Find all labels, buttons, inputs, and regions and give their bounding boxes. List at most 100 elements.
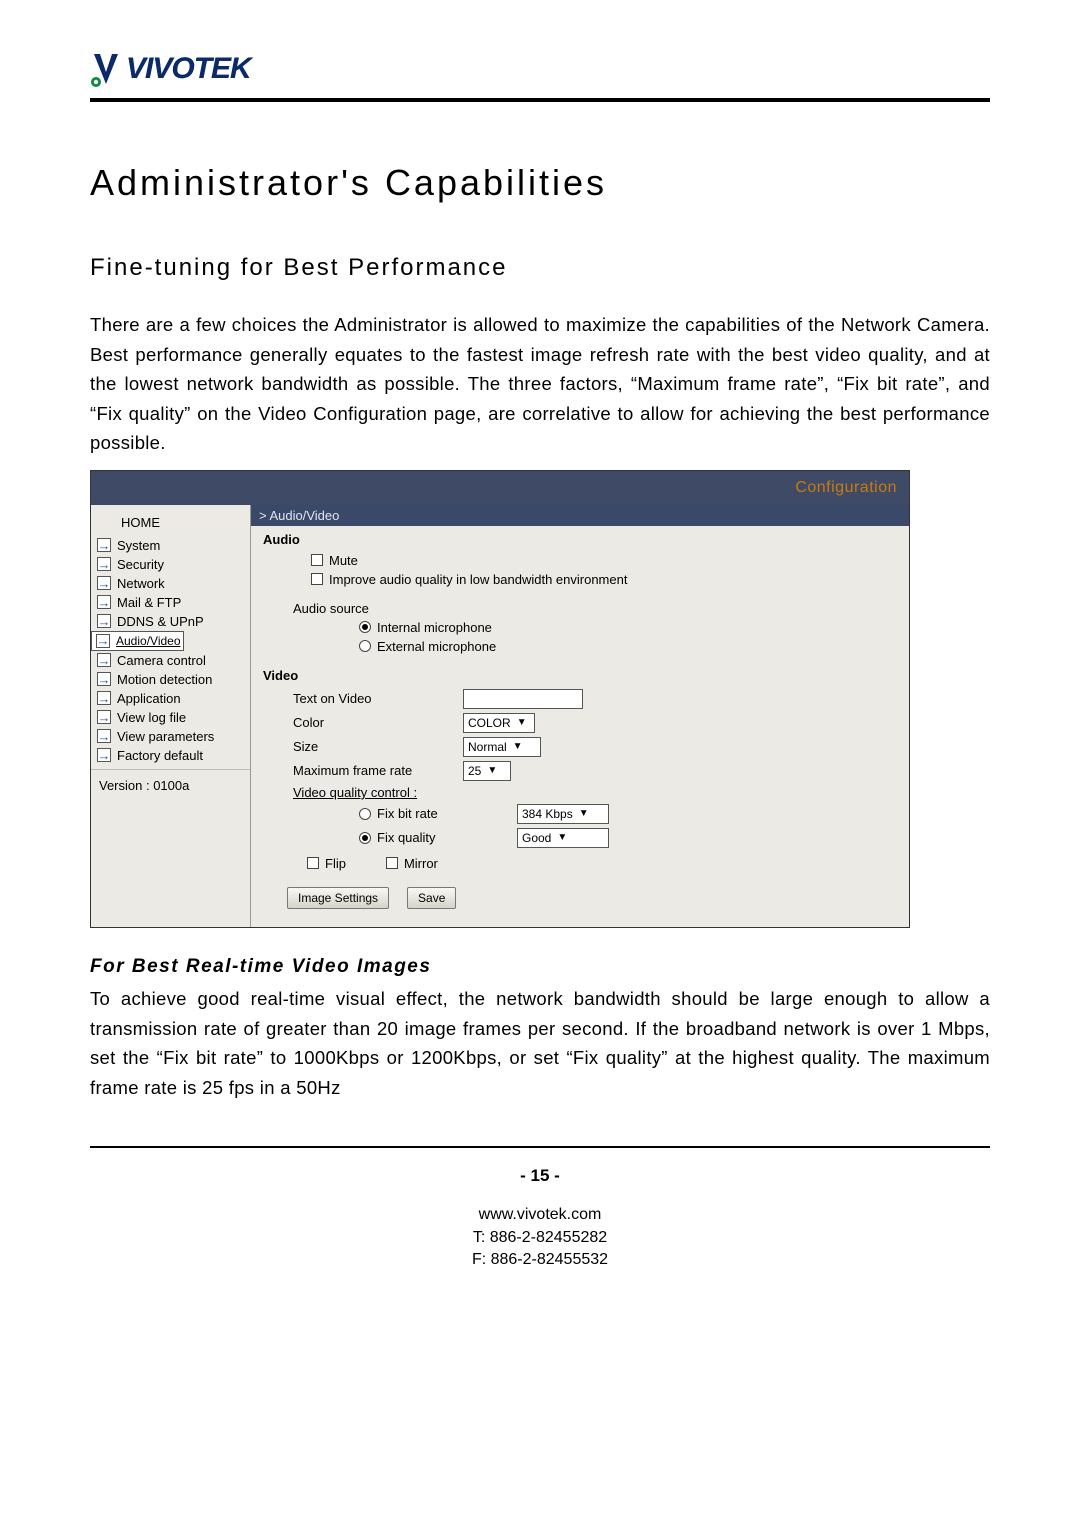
external-mic-label: External microphone <box>377 639 496 654</box>
color-label: Color <box>293 715 463 730</box>
audio-source-label: Audio source <box>293 601 369 616</box>
sidebar-item-mail-ftp[interactable]: → Mail & FTP <box>91 593 250 612</box>
logo-text: VIVOTEK <box>126 52 251 86</box>
improve-audio-label: Improve audio quality in low bandwidth e… <box>329 572 627 587</box>
sidebar-item-motion-detection[interactable]: → Motion detection <box>91 670 250 689</box>
expand-icon[interactable]: → <box>97 576 111 590</box>
sidebar-item-camera-control[interactable]: → Camera control <box>91 651 250 670</box>
chevron-down-icon: ▼ <box>487 765 497 776</box>
expand-icon[interactable]: → <box>97 614 111 628</box>
sidebar-item-system[interactable]: → System <box>91 536 250 555</box>
subsection-heading: For Best Real-time Video Images <box>90 956 990 978</box>
version-label: Version : 0100a <box>91 769 250 805</box>
size-label: Size <box>293 739 463 754</box>
expand-icon[interactable]: → <box>97 729 111 743</box>
color-value: COLOR <box>468 716 511 730</box>
fix-bit-rate-value: 384 Kbps <box>522 807 573 821</box>
expand-icon[interactable]: → <box>97 691 111 705</box>
mute-label: Mute <box>329 553 358 568</box>
chevron-down-icon: ▼ <box>557 832 567 843</box>
max-frame-rate-label: Maximum frame rate <box>293 763 463 778</box>
size-select[interactable]: Normal ▼ <box>463 737 541 757</box>
chevron-down-icon: ▼ <box>513 741 523 752</box>
expand-icon[interactable]: → <box>96 634 110 648</box>
breadcrumb-text: > Audio/Video <box>259 508 339 523</box>
sidebar-item-security[interactable]: → Security <box>91 555 250 574</box>
sidebar-item-label: Mail & FTP <box>117 595 181 610</box>
expand-icon[interactable]: → <box>97 538 111 552</box>
sidebar-item-ddns-upnp[interactable]: → DDNS & UPnP <box>91 612 250 631</box>
save-button[interactable]: Save <box>407 887 456 909</box>
size-value: Normal <box>468 740 507 754</box>
text-on-video-input[interactable] <box>463 689 583 709</box>
fix-quality-radio[interactable] <box>359 832 371 844</box>
audio-section-title: Audio <box>263 530 897 551</box>
sidebar-item-label: Factory default <box>117 748 203 763</box>
expand-icon[interactable]: → <box>97 653 111 667</box>
sidebar-item-label: Network <box>117 576 165 591</box>
page-number: - 15 - <box>90 1166 990 1186</box>
sidebar-item-label: Audio/Video <box>116 634 181 648</box>
sidebar-item-label: View parameters <box>117 729 214 744</box>
fix-quality-value: Good <box>522 831 551 845</box>
config-screenshot: Configuration HOME → System → Security →… <box>90 470 910 928</box>
section-heading: Fine-tuning for Best Performance <box>90 254 990 282</box>
fix-bit-rate-label: Fix bit rate <box>377 806 438 821</box>
image-settings-button[interactable]: Image Settings <box>287 887 389 909</box>
expand-icon[interactable]: → <box>97 748 111 762</box>
footer-tel: T: 886-2-82455282 <box>90 1227 990 1249</box>
sidebar-item-label: Camera control <box>117 653 206 668</box>
fix-bit-rate-select[interactable]: 384 Kbps ▼ <box>517 804 609 824</box>
sidebar-item-application[interactable]: → Application <box>91 689 250 708</box>
video-section-title: Video <box>263 666 897 687</box>
mirror-label: Mirror <box>404 856 438 871</box>
footer-fax: F: 886-2-82455532 <box>90 1249 990 1271</box>
chevron-down-icon: ▼ <box>579 808 589 819</box>
expand-icon[interactable]: → <box>97 595 111 609</box>
breadcrumb: > Audio/Video <box>251 505 909 526</box>
fix-quality-select[interactable]: Good ▼ <box>517 828 609 848</box>
internal-mic-label: Internal microphone <box>377 620 492 635</box>
flip-checkbox[interactable] <box>307 857 319 869</box>
expand-icon[interactable]: → <box>97 710 111 724</box>
content-pane: > Audio/Video Audio Mute Improve audio q… <box>251 505 909 927</box>
sidebar-item-view-log[interactable]: → View log file <box>91 708 250 727</box>
internal-mic-radio[interactable] <box>359 621 371 633</box>
sidebar-item-label: Application <box>117 691 181 706</box>
text-on-video-label: Text on Video <box>293 691 463 706</box>
mute-checkbox[interactable] <box>311 554 323 566</box>
header-divider <box>90 98 990 102</box>
titlebar-text: Configuration <box>795 479 897 497</box>
sidebar-home[interactable]: HOME <box>91 509 250 536</box>
sidebar-item-label: System <box>117 538 160 553</box>
max-frame-rate-select[interactable]: 25 ▼ <box>463 761 511 781</box>
fix-bit-rate-radio[interactable] <box>359 808 371 820</box>
external-mic-radio[interactable] <box>359 640 371 652</box>
mirror-checkbox[interactable] <box>386 857 398 869</box>
footer-url: www.vivotek.com <box>90 1204 990 1226</box>
improve-audio-checkbox[interactable] <box>311 573 323 585</box>
chevron-down-icon: ▼ <box>517 717 527 728</box>
sidebar-item-factory-default[interactable]: → Factory default <box>91 746 250 765</box>
intro-paragraph: There are a few choices the Administrato… <box>90 310 990 458</box>
fix-quality-label: Fix quality <box>377 830 436 845</box>
sidebar-item-audio-video[interactable]: → Audio/Video <box>91 631 184 651</box>
subsection-paragraph: To achieve good real-time visual effect,… <box>90 984 990 1102</box>
expand-icon[interactable]: → <box>97 557 111 571</box>
flip-label: Flip <box>325 856 346 871</box>
sidebar-item-label: Motion detection <box>117 672 212 687</box>
logo: VIVOTEK <box>90 50 990 88</box>
window-titlebar: Configuration <box>91 471 909 505</box>
video-quality-control-label: Video quality control : <box>293 785 463 800</box>
color-select[interactable]: COLOR ▼ <box>463 713 535 733</box>
page-title: Administrator's Capabilities <box>90 162 990 204</box>
sidebar-item-network[interactable]: → Network <box>91 574 250 593</box>
sidebar-item-label: Security <box>117 557 164 572</box>
footer: www.vivotek.com T: 886-2-82455282 F: 886… <box>90 1204 990 1271</box>
sidebar: HOME → System → Security → Network → Mai… <box>91 505 251 927</box>
footer-divider <box>90 1146 990 1148</box>
sidebar-item-label: View log file <box>117 710 186 725</box>
expand-icon[interactable]: → <box>97 672 111 686</box>
sidebar-item-label: DDNS & UPnP <box>117 614 204 629</box>
sidebar-item-view-params[interactable]: → View parameters <box>91 727 250 746</box>
